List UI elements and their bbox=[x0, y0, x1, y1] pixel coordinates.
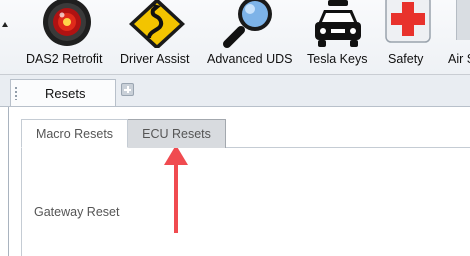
advanced-uds-button[interactable]: Advanced UDS bbox=[207, 0, 295, 74]
tab-macro-resets[interactable]: Macro Resets bbox=[21, 119, 128, 148]
tab-resets[interactable]: Resets bbox=[10, 79, 116, 106]
das2-retrofit-button[interactable]: DAS2 Retrofit bbox=[26, 0, 108, 74]
das2-retrofit-label: DAS2 Retrofit bbox=[26, 52, 103, 66]
tab-resets-label: Resets bbox=[45, 86, 86, 101]
advanced-uds-label: Advanced UDS bbox=[207, 52, 293, 66]
tab-ecu-resets[interactable]: ECU Resets bbox=[127, 119, 226, 148]
winding-road-sign-icon bbox=[129, 0, 185, 48]
gateway-reset-label: Gateway Reset bbox=[34, 205, 120, 219]
air-suspension-button[interactable]: Air S bbox=[446, 0, 470, 74]
app-window: DAS2 Retrofit Driver Assist Advanced UDS bbox=[0, 0, 470, 256]
safety-label: Safety bbox=[388, 52, 424, 66]
ribbon-scroll-left-icon[interactable] bbox=[2, 22, 8, 27]
annotation-arrow-icon bbox=[164, 145, 188, 233]
car-icon bbox=[315, 0, 361, 47]
tesla-keys-button[interactable]: Tesla Keys bbox=[306, 0, 370, 74]
safety-button[interactable]: Safety bbox=[384, 0, 432, 74]
resets-content-area: Macro Resets ECU Resets Gateway Reset bbox=[8, 107, 470, 256]
macro-resets-panel bbox=[21, 147, 470, 256]
tab-macro-resets-label: Macro Resets bbox=[35, 127, 114, 141]
tesla-keys-label: Tesla Keys bbox=[307, 52, 368, 66]
magnifier-icon bbox=[223, 0, 272, 48]
first-aid-icon bbox=[385, 0, 431, 43]
tab-grip-icon[interactable] bbox=[14, 86, 18, 100]
driver-assist-button[interactable]: Driver Assist bbox=[119, 0, 195, 74]
ribbon-toolbar: DAS2 Retrofit Driver Assist Advanced UDS bbox=[0, 0, 470, 75]
new-tab-plus-icon[interactable] bbox=[121, 83, 134, 96]
air-suspension-icon bbox=[456, 0, 470, 40]
tab-ecu-resets-label: ECU Resets bbox=[142, 127, 211, 141]
document-tab-strip: Resets bbox=[0, 75, 470, 107]
red-eye-icon bbox=[43, 0, 91, 46]
driver-assist-label: Driver Assist bbox=[120, 52, 190, 66]
air-suspension-label: Air S bbox=[448, 52, 470, 66]
